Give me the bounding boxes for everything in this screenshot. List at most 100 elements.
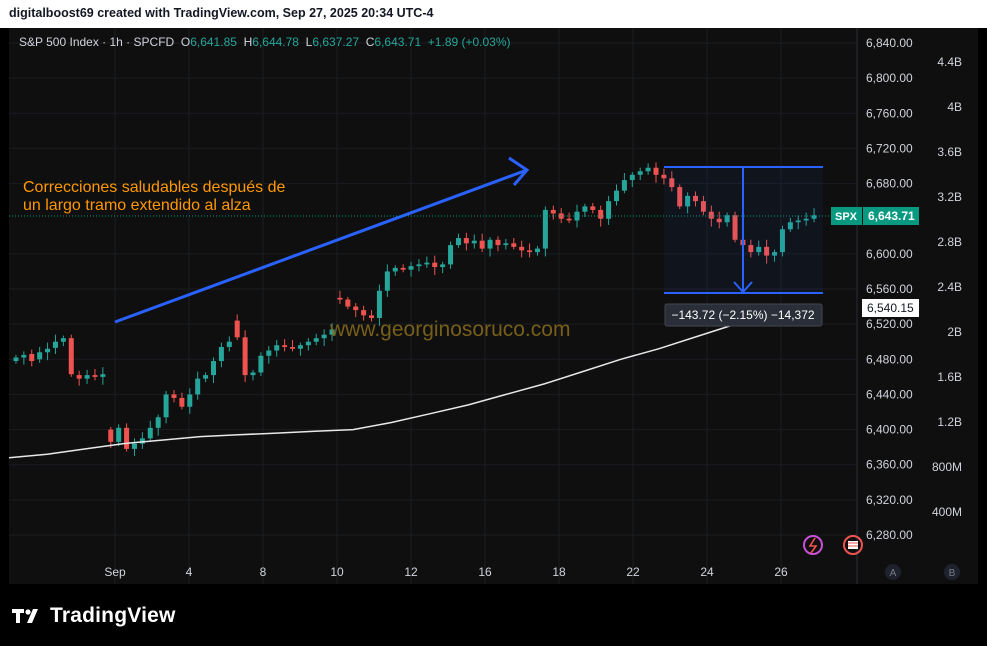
candle-body-44 [361,310,367,316]
candle-body-15 [131,443,137,449]
price-tick-10: 6,400.00 [866,423,913,437]
flag-icon[interactable] [843,535,863,555]
volume-tick-1: 4B [947,100,962,114]
candle-body-60 [487,239,493,249]
price-tick-13: 6,280.00 [866,528,913,542]
price-tick-0: 6,840.00 [866,36,913,50]
candle-body-70 [566,218,572,221]
time-tick-7: 22 [626,565,640,579]
candle-body-58 [471,240,477,244]
ma-price-tag: 6,540.15 [862,299,919,317]
open-label: O [180,35,191,49]
candle-body-39 [321,334,327,339]
price-tick-12: 6,320.00 [866,493,913,507]
candle-body-14 [124,427,130,449]
time-axis[interactable]: Sep 4 8 10 12 16 18 22 24 26 [104,565,788,579]
candle-body-81 [653,167,659,175]
volume-tick-10: 400M [932,505,962,519]
auto-scale-button[interactable]: A [885,564,901,580]
candle-body-37 [305,341,311,346]
candle-body-74 [598,209,604,219]
volume-axis[interactable]: 4.4B 4B 3.6B 3.2B 2.8B 2.4B 2B 1.6B 1.2B 800M 400M [932,55,962,519]
candle-body-54 [440,264,446,268]
candle-body-64 [519,246,525,251]
candle-body-47 [384,271,390,291]
volume-tick-7: 1.6B [937,370,962,384]
candle-body-11 [100,374,106,377]
time-tick-5: 16 [478,565,492,579]
annotation-line-1: Correcciones saludables después de [23,179,285,196]
time-tick-6: 18 [552,565,566,579]
candle-body-30 [250,372,256,376]
candle-body-53 [432,262,438,268]
candle-body-22 [187,394,193,407]
symbol-name: S&P 500 Index · 1h · SPCFD [19,35,175,49]
price-tick-7: 6,520.00 [866,317,913,331]
watermark: www.georginosoruco.com [329,318,570,341]
volume-tick-8: 1.2B [937,415,962,429]
candle-body-62 [503,243,509,246]
candle-body-79 [637,171,643,175]
measurement-tool[interactable] [664,166,823,294]
candle-body-27 [226,341,232,347]
close-value: 6,643.71 [374,35,422,49]
candle-body-3 [37,352,43,360]
volume-tick-3: 3.2B [937,190,962,204]
candle-body-51 [416,264,422,267]
candle-body-59 [479,240,485,249]
price-tick-11: 6,360.00 [866,458,913,472]
time-tick-9: 26 [774,565,788,579]
ma-tag-value: 6,540.15 [867,301,914,315]
tradingview-brand: TradingView [50,604,176,627]
price-tag-value: 6,643.71 [868,209,915,223]
candle-body-5 [52,341,58,348]
time-tick-4: 12 [404,565,418,579]
chart-svg[interactable]: 6,840.00 6,800.00 6,760.00 6,720.00 6,680.00… [0,0,987,584]
measure-label: −143.72 (−2.15%) −14,372 [664,303,823,327]
candle-body-52 [424,262,430,265]
auto-scale-label: A [890,568,897,579]
candle-body-56 [455,238,461,246]
candle-body-33 [274,345,280,351]
volume-tick-6: 2B [947,325,962,339]
volume-tick-4: 2.8B [937,235,962,249]
candle-body-42 [345,299,351,307]
candle-body-34 [282,345,288,347]
price-tick-4: 6,680.00 [866,177,913,191]
tradingview-logo[interactable]: TradingView [12,604,176,628]
candle-body-28 [234,320,240,338]
candle-body-12 [108,429,114,442]
candle-body-73 [590,206,596,210]
candle-body-19 [163,394,169,418]
candle-body-72 [582,206,588,212]
candle-body-43 [353,306,359,311]
candle-body-76 [614,190,619,202]
candle-body-25 [211,361,216,376]
symbol-legend[interactable]: S&P 500 Index · 1h · SPCFD O6,641.85 H6,… [19,35,511,49]
price-tick-5: 6,600.00 [866,247,913,261]
tradingview-logo-icon [12,609,38,623]
log-scale-button[interactable]: B [944,564,960,580]
candle-body-36 [297,345,303,349]
candle-body-65 [527,250,533,253]
candle-body-32 [266,350,272,356]
candle-body-13 [116,427,122,442]
measure-label-text: −143.72 (−2.15%) −14,372 [671,308,814,322]
time-tick-3: 10 [330,565,344,579]
lightning-icon[interactable] [803,535,823,555]
candle-body-8 [76,375,82,379]
candle-body-2 [29,354,35,362]
candle-body-20 [171,394,177,398]
candle-body-48 [392,267,398,272]
price-tick-6: 6,560.00 [866,282,913,296]
time-tick-2: 8 [260,565,267,579]
time-tick-1: 4 [186,565,193,579]
candle-body-57 [463,238,469,244]
price-tick-1: 6,800.00 [866,71,913,85]
candle-body-17 [147,427,153,439]
price-axis[interactable]: 6,840.00 6,800.00 6,760.00 6,720.00 6,680.00… [866,36,913,542]
last-price-tag: SPX 6,643.71 [831,207,919,225]
candle-body-80 [645,167,651,172]
price-tick-3: 6,720.00 [866,141,913,155]
volume-tick-9: 800M [932,460,962,474]
